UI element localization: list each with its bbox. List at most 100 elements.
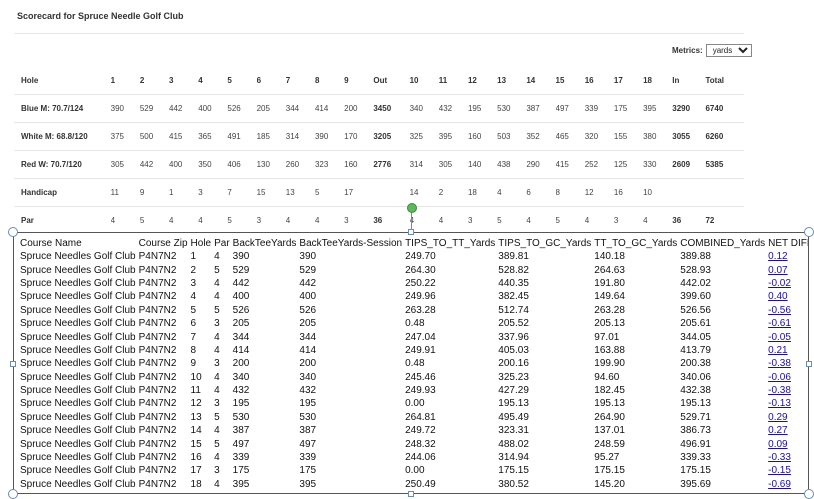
data-table-cell: 199.90	[594, 358, 625, 370]
net-difference-cell: -0.02	[768, 277, 808, 290]
data-table-row: Spruce Needles Golf Club P4N7N2 5 5 526 526 26…	[20, 304, 808, 317]
scorecard-cell: 400	[198, 94, 228, 123]
resize-handle-right[interactable]	[806, 361, 812, 367]
net-difference-link[interactable]: -0.38	[768, 358, 791, 369]
data-table-cell: 250.22	[405, 277, 436, 289]
scorecard-cell: 16	[584, 67, 614, 95]
data-table-cell: 497	[299, 438, 317, 450]
rotate-handle[interactable]	[407, 203, 417, 213]
scorecard-cell: 36	[672, 206, 706, 235]
net-difference-link[interactable]: -0.33	[768, 452, 791, 463]
scorecard-row-label: Red W: 70.7/120	[14, 150, 111, 179]
net-difference-link[interactable]: -0.56	[768, 305, 791, 316]
net-difference-link[interactable]: -0.13	[768, 398, 791, 409]
data-table-cell: 264.63	[594, 264, 625, 276]
scorecard-cell: 432	[438, 94, 468, 123]
scorecard-cell: 160	[344, 150, 374, 179]
data-table-cell: 249.91	[405, 344, 436, 356]
embedded-data-table-object[interactable]: Course Name Course Zip Hole Par BackTeeYards…	[13, 232, 809, 494]
resize-handle-left[interactable]	[10, 361, 16, 367]
data-table-cell: 337.96	[498, 331, 529, 343]
net-difference-link[interactable]: -0.06	[768, 372, 791, 383]
resize-handle-bottom-right[interactable]	[804, 489, 814, 499]
scorecard-cell: 500	[139, 122, 170, 151]
scorecard-cell: 155	[613, 122, 644, 151]
data-table-row: Spruce Needles Golf Club P4N7N2 18 4 395 395 2…	[20, 478, 808, 491]
data-table-cell: 8	[190, 344, 197, 356]
data-table-cell: 195.13	[498, 398, 529, 410]
data-table-cell: 0.48	[405, 358, 425, 370]
scorecard-cell: 530	[497, 94, 527, 123]
data-table-cell: 0.00	[405, 465, 425, 477]
net-difference-cell: 0.29	[768, 411, 808, 424]
scorecard-cell: 140	[467, 150, 498, 179]
net-difference-link[interactable]: -0.38	[768, 385, 791, 396]
resize-handle-bottom-left[interactable]	[8, 489, 18, 499]
data-table-cell: 249.70	[405, 251, 436, 263]
data-table-cell: 5	[214, 264, 220, 276]
data-table-cell: 145.20	[594, 478, 625, 490]
data-table-cell: 340.06	[680, 371, 711, 383]
net-difference-cell: 0.21	[768, 344, 808, 357]
net-difference-link[interactable]: -0.05	[768, 332, 791, 343]
data-table-cell: 264.90	[594, 411, 625, 423]
data-table-cell: 3	[214, 318, 220, 330]
data-table-cell: Spruce Needles Golf Club	[20, 478, 136, 490]
scorecard-cell: 4	[198, 67, 228, 95]
net-difference-link[interactable]: -0.69	[768, 479, 791, 490]
data-table-cell: 382.45	[498, 291, 529, 303]
net-difference-link[interactable]: 0.12	[768, 251, 787, 262]
data-table-cell: Spruce Needles Golf Club	[20, 331, 136, 343]
data-table-cell: Spruce Needles Golf Club	[20, 304, 136, 316]
scorecard-cell: 8	[555, 178, 585, 207]
data-table-cell: 248.59	[594, 438, 625, 450]
data-table-cell: 390	[299, 251, 317, 263]
data-table-row: Spruce Needles Golf Club P4N7N2 6 3 205 205 0.…	[20, 317, 808, 330]
data-table-cell: 340	[232, 371, 250, 383]
scorecard-cell: 305	[110, 150, 140, 179]
data-table-cell: 6	[190, 318, 197, 330]
data-table-cell: 323.31	[498, 425, 529, 437]
net-difference-link[interactable]: 0.09	[768, 439, 787, 450]
net-difference-link[interactable]: -0.15	[768, 465, 791, 476]
resize-handle-top-left[interactable]	[8, 227, 18, 237]
data-table-cell: 4	[214, 344, 220, 356]
data-table-cell: 399.60	[680, 291, 711, 303]
scorecard-header-row: Hole 1 2 3 4 5 6 7 8 9 Out 10 11 12 13 14 15 16 17 18 In Tota…	[14, 67, 744, 95]
data-table-cell: 395.69	[680, 478, 711, 490]
data-table-cell: 344.05	[680, 331, 711, 343]
resize-handle-top-right[interactable]	[804, 227, 814, 237]
scorecard-cell: 3055	[672, 122, 706, 151]
net-difference-link[interactable]: 0.21	[768, 345, 787, 356]
scorecard-cell: 5	[227, 67, 257, 95]
data-table-cell: 442.02	[680, 277, 711, 289]
data-table-cell: 4	[214, 425, 220, 437]
scorecard-cell: 10	[643, 178, 673, 207]
net-difference-link[interactable]: -0.02	[768, 278, 791, 289]
net-difference-link[interactable]: 0.27	[768, 425, 787, 436]
scorecard-cell: 414	[314, 94, 345, 123]
net-difference-link[interactable]: 0.07	[768, 265, 787, 276]
scorecard-cell: 36	[373, 206, 410, 235]
data-table-cell: 339.33	[680, 452, 711, 464]
resize-handle-bottom[interactable]	[408, 491, 414, 497]
data-table-cell: 339	[232, 452, 250, 464]
data-table-cell: 389.81	[498, 251, 529, 263]
data-table-cell: P4N7N2	[138, 398, 177, 410]
data-table-cell: 11	[190, 385, 201, 397]
scorecard-cell: 350	[198, 150, 228, 179]
data-table-cell: 175.15	[594, 465, 625, 477]
net-difference-link[interactable]: -0.61	[768, 318, 791, 329]
scorecard-cell: 390	[110, 94, 140, 123]
scorecard-cell: 15	[256, 178, 286, 207]
scorecard-row: Handicap 11 9 1 3 7 15 13 5 17 14 2 18 4 6 8 12 16 10	[14, 178, 744, 207]
data-table-cell: 526.56	[680, 304, 711, 316]
data-table-cell: 94.60	[594, 371, 620, 383]
net-difference-link[interactable]: 0.40	[768, 291, 787, 302]
scorecard-cell: 4	[314, 206, 345, 235]
net-difference-link[interactable]: 0.29	[768, 412, 787, 423]
data-table-cell: 390	[232, 251, 250, 263]
metrics-select[interactable]: yards	[705, 44, 752, 57]
resize-handle-top[interactable]	[408, 229, 414, 235]
metrics-label: Metrics:	[672, 46, 703, 55]
